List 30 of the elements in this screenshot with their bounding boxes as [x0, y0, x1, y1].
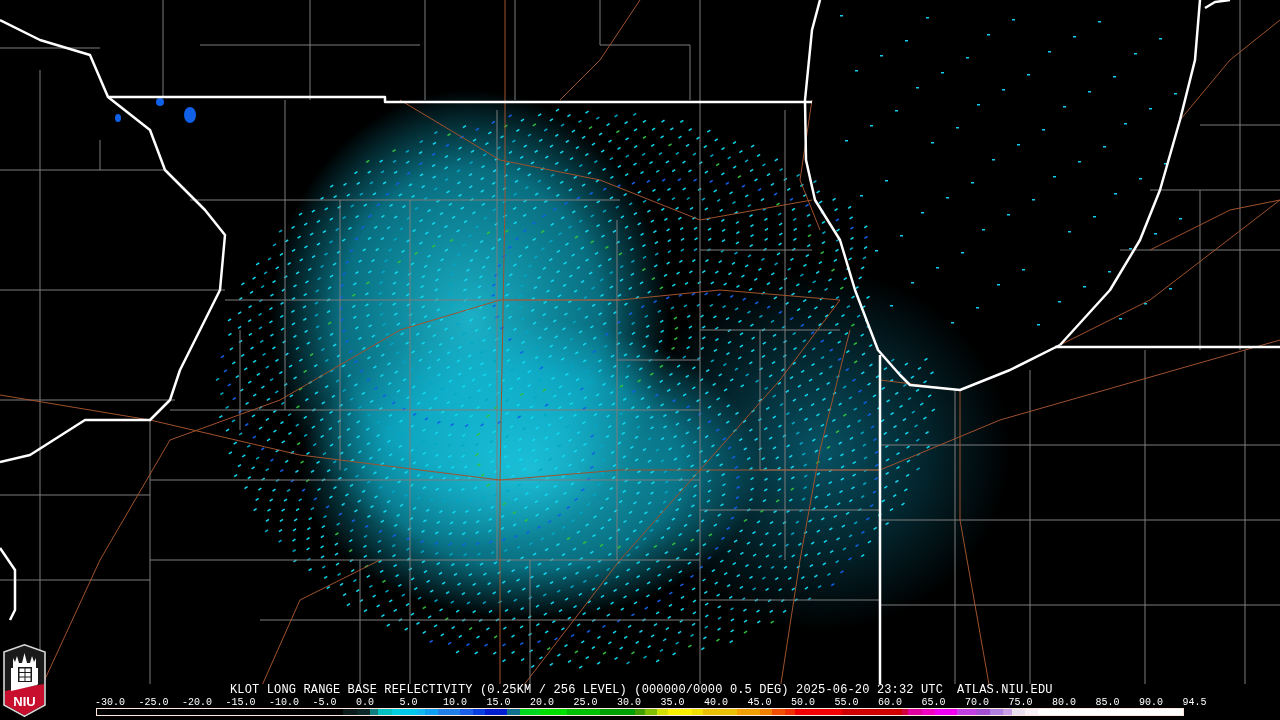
scale-label: -10.0	[269, 697, 300, 708]
shield-logo-icon	[3, 644, 46, 717]
scale-label: -20.0	[182, 697, 213, 708]
scale-label: 25.0	[573, 697, 599, 708]
scale-label: 80.0	[1052, 697, 1077, 708]
scale-label: 35.0	[660, 697, 686, 708]
scale-label: -30.0	[95, 697, 126, 708]
scale-label: 0.0	[356, 697, 375, 708]
scale-label: 90.0	[1139, 697, 1164, 708]
scale-label: 75.0	[1008, 697, 1034, 708]
scale-label: -25.0	[138, 697, 170, 708]
scale-label: -5.0	[312, 697, 338, 708]
scale-label: 10.0	[443, 697, 468, 708]
scale-label: -15.0	[225, 697, 257, 708]
scale-label: 40.0	[704, 697, 729, 708]
scale-label: 45.0	[747, 697, 773, 708]
scale-label: 5.0	[399, 697, 419, 708]
scale-label: 94.5	[1182, 697, 1208, 708]
scale-label: 85.0	[1095, 697, 1121, 708]
scale-label: 60.0	[878, 697, 903, 708]
scale-label: 55.0	[834, 697, 860, 708]
scale-label: 70.0	[965, 697, 990, 708]
scale-label: 50.0	[791, 697, 816, 708]
scale-label: 20.0	[530, 697, 555, 708]
logo-text: NIU	[12, 695, 37, 709]
scale-label: 30.0	[617, 697, 642, 708]
source-url: ATLAS.NIU.EDU	[957, 684, 1053, 697]
scale-label: 15.0	[486, 697, 512, 708]
product-caption: KLOT LONG RANGE BASE REFLECTIVITY (0.25KM / 256 LEVEL) (000000/0000 0.5 DEG) 2025-06-20 23:32 UTC	[230, 684, 944, 697]
scale-label: 65.0	[921, 697, 947, 708]
